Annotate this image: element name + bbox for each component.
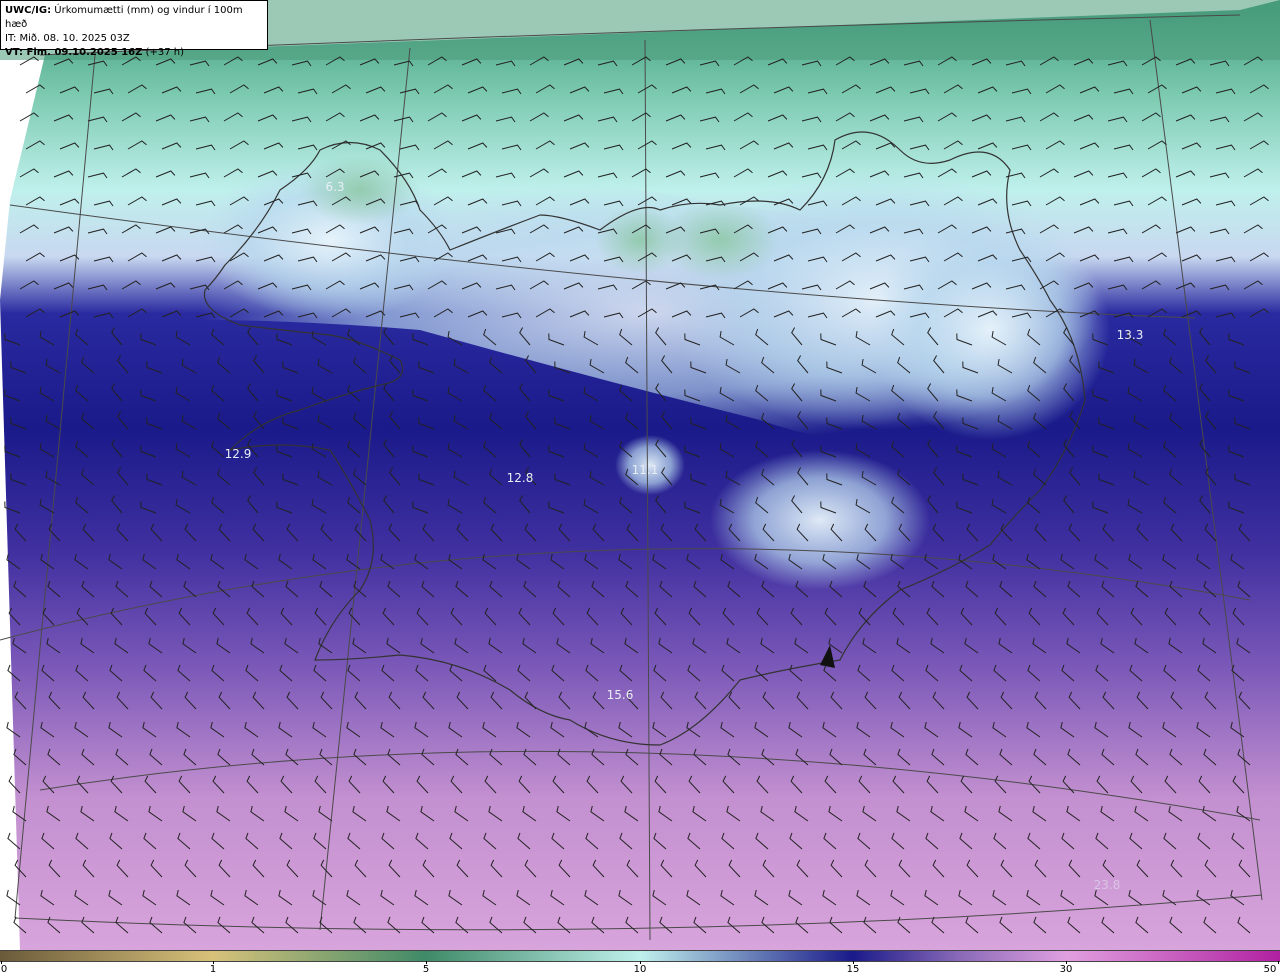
colorbar-tick: 0 (0, 964, 8, 975)
map-value-label: 13.3 (1116, 328, 1144, 342)
colorbar-tick: 10 (633, 964, 647, 975)
colorbar-tick: 30 (1059, 964, 1073, 975)
map-value-label: 15.6 (606, 688, 634, 702)
colorbar-tick: 5 (422, 964, 430, 975)
product-code: UWC/IG: (5, 5, 52, 16)
colorbar: 0 1 5 10 15 30 50 (0, 950, 1280, 978)
colorbar-tick: 15 (846, 964, 860, 975)
colorbar-tick: 50 (1263, 964, 1277, 975)
map-title-box: UWC/IG: Úrkomumætti (mm) og vindur í 100… (0, 0, 268, 58)
valid-time-line: VT: Fim. 09.10.2025 16Z (+37 h) (5, 46, 263, 60)
wind-barb (6, 889, 21, 906)
map-value-label: 6.3 (325, 180, 345, 194)
title-line: UWC/IG: Úrkomumætti (mm) og vindur í 100… (5, 4, 263, 32)
map-value-label: 12.8 (506, 471, 534, 485)
issue-time: IT: Mið. 08. 10. 2025 03Z (5, 33, 130, 44)
colorbar-tick: 1 (209, 964, 217, 975)
map-value-label: 23.8 (1093, 878, 1121, 892)
forecast-offset: (+37 h) (145, 47, 184, 58)
map-value-label: 12.9 (224, 447, 252, 461)
map-value-label: 11.1 (631, 463, 659, 477)
valid-time: VT: Fim. 09.10.2025 16Z (5, 47, 143, 58)
